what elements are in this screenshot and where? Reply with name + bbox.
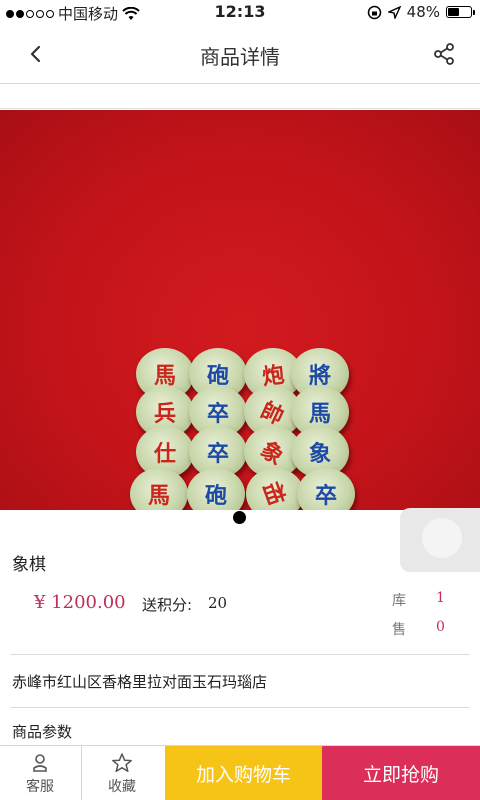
carousel-indicator — [233, 511, 246, 524]
favorite-label: 收藏 — [108, 779, 136, 795]
product-name: 象棋 — [12, 555, 46, 575]
page-title: 商品详情 — [200, 45, 280, 69]
rotation-lock-icon — [367, 5, 381, 19]
shop-address[interactable]: 赤峰市红山区香格里拉对面玉石玛瑙店 — [12, 671, 267, 692]
nav-bar: 商品详情 — [0, 24, 480, 84]
points-label: 送积分: — [142, 596, 193, 614]
status-bar: 中国移动 12:13 48% — [0, 0, 480, 24]
floating-assistive-button[interactable] — [400, 508, 480, 572]
battery-percent: 48% — [406, 3, 440, 21]
product-params-label[interactable]: 商品参数 — [12, 721, 72, 742]
user-icon — [33, 754, 47, 772]
chess-piece: 卒 — [297, 468, 355, 510]
section-divider — [0, 108, 480, 109]
customer-service-button[interactable]: 客服 — [0, 746, 80, 800]
divider — [10, 654, 470, 655]
stock-label: 库 — [392, 593, 406, 609]
star-icon — [112, 753, 132, 773]
points-value: 20 — [208, 594, 228, 612]
buy-now-button[interactable]: 立即抢购 — [322, 746, 480, 800]
favorite-button[interactable]: 收藏 — [82, 746, 162, 800]
share-icon[interactable] — [432, 42, 456, 66]
divider — [10, 707, 470, 708]
stock-value: 1 — [436, 590, 445, 606]
customer-service-label: 客服 — [26, 779, 54, 795]
product-image[interactable]: 馬砲炮將兵卒帥馬仕卒象象馬砲相卒 — [0, 110, 480, 510]
status-right: 48% — [367, 3, 475, 21]
sold-label: 售 — [392, 622, 406, 638]
product-price: ¥ 1200.00 — [34, 592, 126, 613]
add-to-cart-button[interactable]: 加入购物车 — [165, 746, 322, 800]
chess-piece: 砲 — [187, 468, 245, 510]
chess-piece: 相 — [246, 468, 304, 510]
sold-value: 0 — [436, 619, 445, 635]
location-arrow-icon — [387, 5, 401, 19]
battery-icon — [446, 6, 475, 18]
bottom-action-bar: 客服 收藏 加入购物车 立即抢购 — [0, 745, 480, 800]
